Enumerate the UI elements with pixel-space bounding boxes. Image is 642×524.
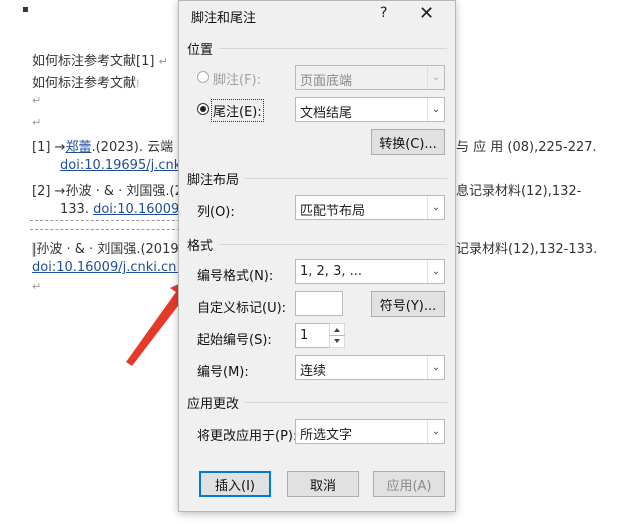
number-format-label: 编号格式(N): [197,269,274,284]
reference-1: [1] →郑蕾.(2023). 云端 [32,140,174,155]
reference-1-doi[interactable]: doi:10.19695/j.cnki.c [60,158,196,173]
chevron-down-icon: ⌄ [427,420,444,443]
list-bullet: ▪ [22,4,29,15]
chevron-down-icon: ⌄ [427,98,444,121]
chevron-down-icon: ⌄ [427,356,444,379]
divider [219,48,447,49]
columns-label: 列(O): [197,205,235,220]
apply-to-label: 将更改应用于(P): [197,429,298,444]
insert-button[interactable]: 插入(I) [199,471,271,497]
footnote-endnote-dialog: 脚注和尾注 ? ✕ 位置 脚注(F): 页面底端 ⌄ 尾注(E): 文档结尾 ⌄ 转… [178,0,456,512]
footnote-location-select[interactable]: 页面底端 ⌄ [295,65,445,90]
numbering-label: 编号(M): [197,365,249,380]
divider [219,244,447,245]
apply-section-title: 应用更改 [187,397,240,412]
paragraph-mark: ↵ [32,94,42,107]
endnote-location-select[interactable]: 文档结尾 ⌄ [295,97,445,122]
separator-line [30,220,180,230]
dialog-title: 脚注和尾注 [191,11,257,26]
format-section-title: 格式 [187,239,214,254]
reference-2-tail: 息记录材料(12),132- [456,184,582,199]
reference-1-tail: 与 应 用 (08),225-227. [456,140,597,155]
layout-section-title: 脚注布局 [187,173,240,188]
reference-2-cont: 133. doi:10.16009/j. [60,202,192,217]
custom-mark-label: 自定义标记(U): [197,301,287,316]
help-button[interactable]: ? [380,5,387,21]
endnote-radio[interactable] [197,103,209,115]
divider [245,402,447,403]
footnote-label: 脚注(F): [213,73,262,88]
divider [245,178,447,179]
chevron-down-icon: ⌄ [427,260,444,283]
reference-2: [2] →孙波 · & · 刘国强.(20 [32,184,192,199]
paragraph-mark: ↵ [32,280,42,293]
apply-to-select[interactable]: 所选文字 ⌄ [295,419,445,444]
doc-line: 如何标注参考文献⁞ [32,76,140,91]
chevron-down-icon: ⌄ [427,66,444,89]
number-format-select[interactable]: 1, 2, 3, ... ⌄ [295,259,445,284]
numbering-select[interactable]: 连续 ⌄ [295,355,445,380]
columns-select[interactable]: 匹配节布局 ⌄ [295,195,445,220]
start-at-label: 起始编号(S): [197,333,272,348]
spin-stepper-icon[interactable] [329,323,345,348]
endnote-tail: 记录材料(12),132-133. [456,242,598,257]
paragraph-mark: ↵ [32,116,42,129]
custom-mark-input[interactable] [295,291,343,316]
endnote-text: |孙波 · & · 刘国强.(2019). [32,242,188,257]
symbol-button[interactable]: 符号(Y)... [371,291,445,317]
cancel-button[interactable]: 取消 [287,471,359,497]
convert-button[interactable]: 转换(C)... [371,129,445,155]
footnote-radio[interactable] [197,71,209,83]
doc-line: 如何标注参考文献[1] ↵ [32,54,168,69]
position-section-title: 位置 [187,43,214,58]
close-icon[interactable]: ✕ [419,3,434,24]
endnote-label: 尾注(E): [211,99,264,122]
apply-button[interactable]: 应用(A) [373,471,445,497]
chevron-down-icon: ⌄ [427,196,444,219]
